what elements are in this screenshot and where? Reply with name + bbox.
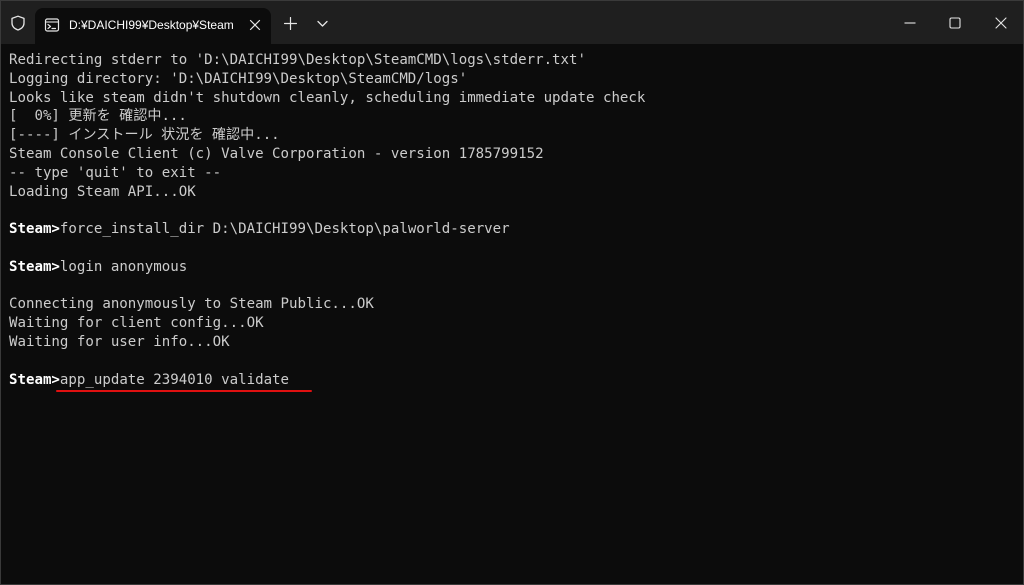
terminal-lines: Redirecting stderr to 'D:\DAICHI99\Deskt… xyxy=(9,51,645,389)
tab-title: D:¥DAICHI99¥Desktop¥Steam xyxy=(69,18,234,32)
plus-icon[interactable] xyxy=(284,17,297,30)
terminal-line: Waiting for user info...OK xyxy=(9,333,645,352)
command-text: app_update 2394010 validate xyxy=(59,371,290,388)
terminal-line: Steam>force_install_dir D:\DAICHI99\Desk… xyxy=(9,220,645,239)
output-text: Steam Console Client (c) Valve Corporati… xyxy=(9,145,544,162)
terminal-line: Steam Console Client (c) Valve Corporati… xyxy=(9,145,645,164)
terminal-line: [----] インストール 状況を 確認中... xyxy=(9,126,645,145)
output-text: [ 0%] 更新を 確認中... xyxy=(9,108,187,125)
terminal-line: Looks like steam didn't shutdown cleanly… xyxy=(9,89,645,108)
steam-prompt: Steam> xyxy=(9,258,60,275)
output-text: Connecting anonymously to Steam Public..… xyxy=(9,296,374,313)
terminal-line: Steam>login anonymous xyxy=(9,258,645,277)
chevron-down-icon[interactable] xyxy=(317,20,328,28)
terminal-icon xyxy=(44,18,60,32)
output-text: Loading Steam API...OK xyxy=(9,183,196,200)
output-text: Waiting for client config...OK xyxy=(9,315,264,332)
command-text: force_install_dir D:\DAICHI99\Desktop\pa… xyxy=(59,221,510,238)
tab-terminal[interactable]: D:¥DAICHI99¥Desktop¥Steam xyxy=(35,8,271,44)
terminal-line: Steam>app_update 2394010 validate xyxy=(9,371,645,390)
output-text: Logging directory: 'D:\DAICHI99\Desktop\… xyxy=(9,70,468,87)
output-text: -- type 'quit' to exit -- xyxy=(9,164,222,181)
terminal-line: Logging directory: 'D:\DAICHI99\Desktop\… xyxy=(9,70,645,89)
terminal-line: Loading Steam API...OK xyxy=(9,183,645,202)
terminal-output[interactable]: Redirecting stderr to 'D:\DAICHI99\Deskt… xyxy=(1,44,1023,584)
command-text: login anonymous xyxy=(59,258,188,275)
terminal-line: -- type 'quit' to exit -- xyxy=(9,164,645,183)
output-text: Waiting for user info...OK xyxy=(9,333,230,350)
terminal-line: Redirecting stderr to 'D:\DAICHI99\Deskt… xyxy=(9,51,645,70)
terminal-line: Waiting for client config...OK xyxy=(9,314,645,333)
steam-prompt: Steam> xyxy=(9,371,60,388)
terminal-line: [ 0%] 更新を 確認中... xyxy=(9,107,645,126)
title-bar[interactable]: D:¥DAICHI99¥Desktop¥Steam xyxy=(1,1,1023,44)
output-text: Looks like steam didn't shutdown cleanly… xyxy=(9,89,646,106)
terminal-line: Connecting anonymously to Steam Public..… xyxy=(9,295,645,314)
close-icon[interactable] xyxy=(994,16,1008,30)
output-text: [----] インストール 状況を 確認中... xyxy=(9,127,280,144)
output-text: Redirecting stderr to 'D:\DAICHI99\Deskt… xyxy=(9,52,586,68)
maximize-icon[interactable] xyxy=(948,16,962,30)
terminal-window: D:¥DAICHI99¥Desktop¥Steam Redirecting st… xyxy=(0,0,1024,585)
steam-prompt: Steam> xyxy=(9,221,60,238)
shield-icon xyxy=(11,15,25,31)
minimize-icon[interactable] xyxy=(903,16,917,30)
close-icon[interactable] xyxy=(249,19,261,31)
command-highlight-underline xyxy=(56,390,312,392)
